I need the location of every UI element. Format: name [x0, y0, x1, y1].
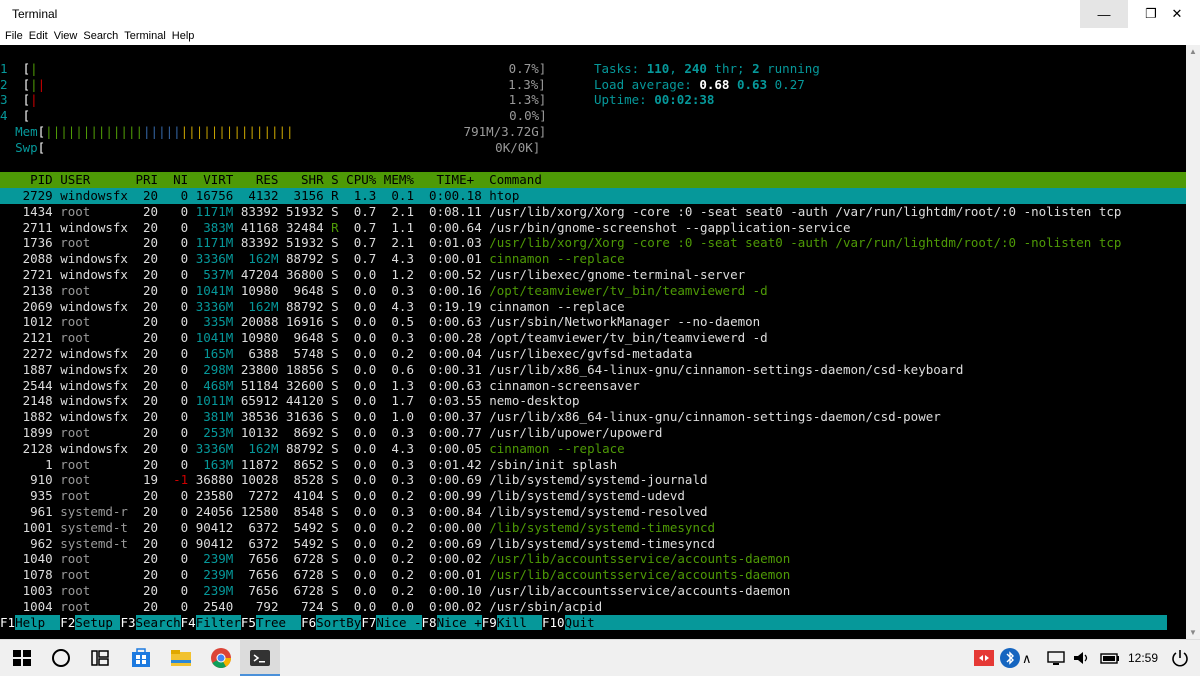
table-row[interactable]: 1899 root 20 0 253M 10132 8692 S 0.0 0.3…: [0, 425, 663, 441]
table-row[interactable]: 1040 root 20 0 239M 7656 6728 S 0.0 0.2 …: [0, 551, 791, 567]
cpu-meter-2: 2 [|| 1.3%]: [0, 77, 546, 92]
power-icon[interactable]: [1168, 646, 1192, 670]
minimize-icon: —: [1097, 6, 1111, 22]
terminal-task-button[interactable]: [240, 640, 280, 676]
file-explorer-icon[interactable]: [169, 646, 193, 670]
menu-edit[interactable]: Edit: [29, 28, 48, 44]
tasks-summary: Tasks: 110, 240 thr; 2 running: [594, 61, 820, 76]
clock[interactable]: 12:59: [1128, 651, 1158, 665]
fkey-f4[interactable]: F4: [180, 615, 196, 630]
mem-meter: Mem[||||||||||||||||||||||||||||||||| 791…: [15, 124, 547, 139]
table-row[interactable]: 1887 windowsfx 20 0 298M 23800 18856 S 0…: [0, 362, 964, 378]
fkey-label[interactable]: Quit: [564, 615, 610, 630]
table-row[interactable]: 2138 root 20 0 1041M 10980 9648 S 0.0 0.…: [0, 283, 768, 299]
network-icon[interactable]: [1044, 646, 1068, 670]
fkey-bar-filler: [609, 615, 1167, 630]
fkey-label[interactable]: Nice +: [436, 615, 482, 630]
table-row[interactable]: 935 root 20 0 23580 7272 4104 S 0.0 0.2 …: [0, 488, 685, 504]
fkey-f10[interactable]: F10: [541, 615, 565, 630]
fkey-f9[interactable]: F9: [481, 615, 497, 630]
fkey-f8[interactable]: F8: [421, 615, 437, 630]
windows-start-icon[interactable]: [10, 646, 34, 670]
table-row[interactable]: 1736 root 20 0 1171M 83392 51932 S 0.7 2…: [0, 235, 1122, 251]
menu-search[interactable]: Search: [83, 28, 118, 44]
table-row[interactable]: 2721 windowsfx 20 0 537M 47204 36800 S 0…: [0, 267, 746, 283]
fkey-label[interactable]: Filter: [195, 615, 241, 630]
fkey-f3[interactable]: F3: [120, 615, 136, 630]
table-row[interactable]: 962 systemd-t 20 0 90412 6372 5492 S 0.0…: [0, 536, 715, 552]
table-row[interactable]: 2544 windowsfx 20 0 468M 51184 32600 S 0…: [0, 378, 640, 394]
fkey-label[interactable]: Nice -: [376, 615, 422, 630]
close-icon: ✕: [1171, 6, 1183, 21]
table-row[interactable]: 1 root 20 0 163M 11872 8652 S 0.0 0.3 0:…: [0, 457, 617, 473]
table-row[interactable]: 1078 root 20 0 239M 7656 6728 S 0.0 0.2 …: [0, 567, 791, 583]
menu-bar: File Edit View Search Terminal Help: [0, 28, 1200, 45]
terminal-area[interactable]: 1 [| 0.7%] 2 [|| 1.3%] 3 [| 1.3%] 4 [0.0%] …: [0, 45, 1186, 639]
search-circle-icon[interactable]: [49, 646, 73, 670]
table-row[interactable]: 1882 windowsfx 20 0 381M 38536 31636 S 0…: [0, 409, 941, 425]
terminal-icon: [250, 650, 270, 666]
store-icon[interactable]: [129, 646, 153, 670]
cpu-meter-3: 3 [| 1.3%]: [0, 92, 547, 107]
fkey-label[interactable]: Kill: [496, 615, 542, 630]
table-row[interactable]: 2088 windowsfx 20 0 3336M 162M 88792 S 0…: [0, 251, 625, 267]
table-row[interactable]: 1001 systemd-t 20 0 90412 6372 5492 S 0.…: [0, 520, 715, 536]
table-row[interactable]: 2711 windowsfx 20 0 383M 41168 32484 R 0…: [0, 220, 851, 236]
table-row[interactable]: 910 root 19 -1 36880 10028 8528 S 0.0 0.…: [0, 472, 707, 488]
fkey-label[interactable]: SortBy: [316, 615, 362, 630]
scroll-down-icon[interactable]: ▼: [1186, 628, 1200, 637]
fkey-label[interactable]: Tree: [255, 615, 302, 630]
taskbar: ∧ 12:59: [0, 639, 1200, 676]
uptime: Uptime: 00:02:38: [594, 92, 715, 107]
task-view-icon[interactable]: [88, 646, 112, 670]
table-row[interactable]: 1012 root 20 0 335M 20088 16916 S 0.0 0.…: [0, 314, 761, 330]
fkey-f7[interactable]: F7: [361, 615, 377, 630]
bluetooth-icon[interactable]: [998, 646, 1022, 670]
fkey-label[interactable]: Help: [15, 615, 61, 630]
table-header[interactable]: PID USER PRI NI VIRT RES SHR S CPU% MEM%…: [0, 172, 1186, 188]
table-row[interactable]: 1003 root 20 0 239M 7656 6728 S 0.0 0.2 …: [0, 583, 791, 599]
fkey-f1[interactable]: F1: [0, 615, 16, 630]
function-key-bar: F1Help F2Setup F3SearchF4FilterF5Tree F6…: [0, 615, 1186, 631]
table-row[interactable]: 2121 root 20 0 1041M 10980 9648 S 0.0 0.…: [0, 330, 768, 346]
table-row[interactable]: 961 systemd-r 20 0 24056 12580 8548 S 0.…: [0, 504, 707, 520]
fkey-f5[interactable]: F5: [240, 615, 256, 630]
fkey-label[interactable]: Setup: [75, 615, 121, 630]
minimize-button[interactable]: —: [1080, 0, 1128, 28]
title-bar: Terminal — ❐ ✕: [0, 0, 1200, 28]
battery-icon[interactable]: [1098, 646, 1122, 670]
fkey-label[interactable]: Search: [135, 615, 181, 630]
menu-terminal[interactable]: Terminal: [124, 28, 166, 44]
chevron-up-icon[interactable]: ∧: [1022, 651, 1046, 675]
table-row[interactable]: 2272 windowsfx 20 0 165M 6388 5748 S 0.0…: [0, 346, 693, 362]
teamviewer-tray-icon[interactable]: [972, 646, 996, 670]
cpu-meter-4: 4 [0.0%]: [0, 108, 547, 123]
scroll-up-icon[interactable]: ▲: [1186, 47, 1200, 56]
window-title: Terminal: [12, 7, 58, 21]
menu-file[interactable]: File: [5, 28, 23, 44]
load-average: Load average: 0.68 0.63 0.27: [594, 77, 805, 92]
fkey-f6[interactable]: F6: [301, 615, 317, 630]
table-row[interactable]: 2148 windowsfx 20 0 1011M 65912 44120 S …: [0, 393, 580, 409]
table-row[interactable]: 2128 windowsfx 20 0 3336M 162M 88792 S 0…: [0, 441, 625, 457]
table-row[interactable]: 2069 windowsfx 20 0 3336M 162M 88792 S 0…: [0, 299, 625, 315]
volume-icon[interactable]: [1070, 646, 1094, 670]
cpu-meter-1: 1 [| 0.7%]: [0, 61, 547, 76]
swp-meter: Swp[0K/0K]: [15, 140, 541, 155]
close-button[interactable]: ✕: [1154, 0, 1200, 28]
menu-help[interactable]: Help: [172, 28, 195, 44]
menu-view[interactable]: View: [54, 28, 78, 44]
scrollbar[interactable]: ▲ ▼: [1186, 45, 1200, 639]
table-row[interactable]: 2729 windowsfx 20 0 16756 4132 3156 R 1.…: [0, 188, 1186, 204]
fkey-f2[interactable]: F2: [60, 615, 76, 630]
table-row[interactable]: 1434 root 20 0 1171M 83392 51932 S 0.7 2…: [0, 204, 1122, 220]
table-row[interactable]: 1004 root 20 0 2540 792 724 S 0.0 0.0 0:…: [0, 599, 603, 615]
chrome-icon[interactable]: [209, 646, 233, 670]
